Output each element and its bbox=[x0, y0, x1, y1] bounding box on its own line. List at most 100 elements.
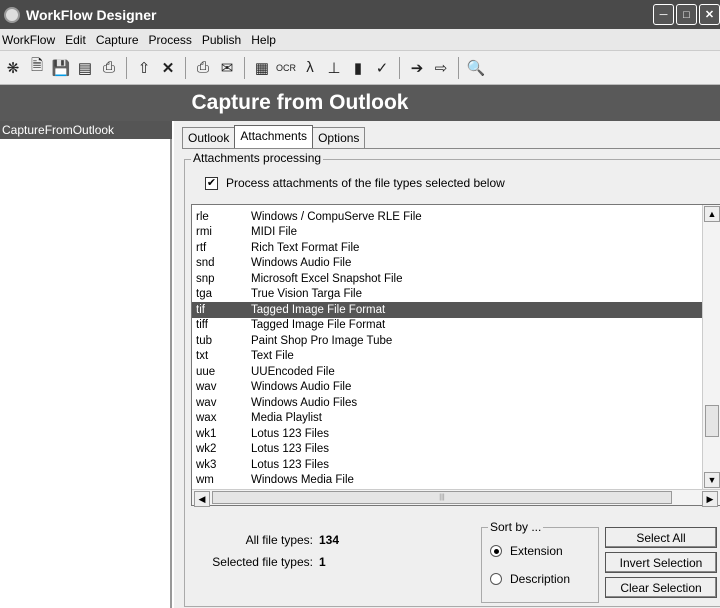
list-item[interactable]: wk3 Lotus 123 Files bbox=[192, 457, 702, 473]
validate-icon[interactable]: ✓ bbox=[373, 59, 391, 77]
file-description: Windows / CompuServe RLE File bbox=[251, 210, 422, 223]
list-item[interactable]: tub Paint Shop Pro Image Tube bbox=[192, 333, 702, 349]
minimize-button[interactable]: ─ bbox=[653, 4, 674, 25]
section-header: Capture from Outlook bbox=[0, 85, 720, 121]
file-extension: rmi bbox=[196, 226, 212, 239]
scan-icon[interactable]: ▦ bbox=[253, 59, 271, 77]
meta-icon[interactable]: ⊥ bbox=[325, 59, 343, 77]
new-workflow-icon[interactable]: ❋ bbox=[4, 59, 22, 77]
file-description: Windows Audio Files bbox=[251, 396, 358, 409]
select-all-label: Select All bbox=[636, 530, 686, 545]
tab-attachments[interactable]: Attachments bbox=[234, 125, 314, 149]
tab-divider bbox=[182, 148, 720, 149]
file-extension: rtf bbox=[196, 241, 207, 254]
invert-selection-label: Invert Selection bbox=[619, 555, 703, 570]
list-item[interactable]: wav Windows Audio File bbox=[192, 380, 702, 396]
list-item[interactable]: txt Text File bbox=[192, 349, 702, 365]
process-attachments-label: Process attachments of the file types se… bbox=[226, 176, 505, 190]
list-item[interactable]: wav Windows Audio Files bbox=[192, 395, 702, 411]
save-as-icon[interactable]: ▤ bbox=[76, 59, 94, 77]
process-attachments-row[interactable]: ✔ Process attachments of the file types … bbox=[205, 176, 505, 190]
list-item[interactable]: wax Media Playlist bbox=[192, 411, 702, 427]
save-icon[interactable]: 💾 bbox=[52, 59, 71, 77]
list-item[interactable]: wm Windows Media File bbox=[192, 473, 702, 489]
file-extension: wk2 bbox=[196, 443, 217, 456]
sort-description-label: Description bbox=[510, 572, 571, 586]
file-description: Windows Media File bbox=[251, 474, 354, 487]
radio-unselected-icon[interactable] bbox=[490, 573, 502, 585]
process-attachments-checkbox[interactable]: ✔ bbox=[205, 176, 218, 190]
menu-help[interactable]: Help bbox=[251, 33, 276, 47]
email-icon[interactable]: ✉ bbox=[218, 59, 236, 77]
print-icon[interactable]: ⎙ bbox=[100, 59, 118, 77]
list-item[interactable]: rle Windows / CompuServe RLE File bbox=[192, 209, 702, 225]
selected-file-types-label: Selected file types: bbox=[212, 555, 313, 569]
horizontal-scrollbar[interactable]: ◀ ||| ▶ bbox=[192, 489, 720, 507]
toolbar-separator bbox=[244, 56, 245, 79]
list-item[interactable]: snp Microsoft Excel Snapshot File bbox=[192, 271, 702, 287]
vertical-scroll-thumb[interactable] bbox=[705, 405, 719, 437]
close-button[interactable]: ✕ bbox=[699, 4, 720, 25]
list-item[interactable]: tga True Vision Targa File bbox=[192, 287, 702, 303]
section-title: Capture from Outlook bbox=[191, 91, 409, 114]
sort-description-radio[interactable]: Description bbox=[490, 572, 570, 586]
toolbar-separator bbox=[399, 56, 400, 79]
preview-icon[interactable]: 🔍 bbox=[467, 59, 486, 77]
publish-icon[interactable]: ➔ bbox=[408, 59, 426, 77]
tab-options[interactable]: Options bbox=[312, 127, 366, 149]
radio-selected-icon[interactable] bbox=[490, 545, 502, 557]
file-description: Tagged Image File Format bbox=[251, 319, 386, 332]
tree-item-capturefromoutlook[interactable]: CaptureFromOutlook bbox=[0, 121, 172, 139]
file-extension: rle bbox=[196, 210, 209, 223]
scroll-right-icon[interactable]: ▶ bbox=[702, 491, 718, 507]
list-item[interactable]: rtf Rich Text Format File bbox=[192, 240, 702, 256]
file-extension: tiff bbox=[196, 319, 208, 332]
publish-all-icon[interactable]: ⇨ bbox=[432, 59, 450, 77]
file-extension: wav bbox=[196, 396, 217, 409]
file-extension: snd bbox=[196, 257, 215, 270]
list-item[interactable]: rmi MIDI File bbox=[192, 225, 702, 241]
delete-icon[interactable]: ✕ bbox=[159, 59, 177, 77]
barcode-icon[interactable]: ▮ bbox=[349, 59, 367, 77]
sort-extension-radio[interactable]: Extension bbox=[490, 544, 563, 558]
vertical-scrollbar[interactable]: ▲ ▼ bbox=[702, 205, 720, 489]
horizontal-scroll-thumb[interactable]: ||| bbox=[212, 491, 672, 504]
menu-capture[interactable]: Capture bbox=[96, 33, 139, 47]
title-bar: WorkFlow Designer ─ □ ✕ bbox=[0, 0, 720, 29]
menu-process[interactable]: Process bbox=[149, 33, 192, 47]
list-item[interactable]: tiff Tagged Image File Format bbox=[192, 318, 702, 334]
clear-selection-button[interactable]: Clear Selection bbox=[605, 577, 717, 598]
workflow-tree: CaptureFromOutlook bbox=[0, 121, 172, 608]
menu-edit[interactable]: Edit bbox=[65, 33, 86, 47]
capture-icon[interactable]: ⎙ bbox=[194, 59, 212, 77]
file-description: Paint Shop Pro Image Tube bbox=[251, 334, 393, 347]
tab-outlook[interactable]: Outlook bbox=[182, 127, 236, 149]
file-extension: wk1 bbox=[196, 427, 217, 440]
up-icon[interactable]: ⇧ bbox=[135, 59, 153, 77]
select-all-button[interactable]: Select All bbox=[605, 527, 717, 548]
scroll-up-icon[interactable]: ▲ bbox=[704, 206, 720, 222]
list-item[interactable]: wk2 Lotus 123 Files bbox=[192, 442, 702, 458]
menu-workflow[interactable]: WorkFlow bbox=[2, 33, 55, 47]
clear-selection-label: Clear Selection bbox=[620, 580, 702, 595]
list-item[interactable]: uue UUEncoded File bbox=[192, 364, 702, 380]
list-item[interactable]: snd Windows Audio File bbox=[192, 256, 702, 272]
invert-selection-button[interactable]: Invert Selection bbox=[605, 552, 717, 573]
ocr-icon[interactable]: OCR bbox=[276, 59, 296, 77]
maximize-button[interactable]: □ bbox=[676, 4, 697, 25]
list-item[interactable]: tif Tagged Image File Format bbox=[192, 302, 702, 318]
file-extension: snp bbox=[196, 272, 215, 285]
menu-publish[interactable]: Publish bbox=[202, 33, 241, 47]
window-controls: ─ □ ✕ bbox=[653, 4, 720, 25]
scroll-left-icon[interactable]: ◀ bbox=[194, 491, 210, 507]
file-extension: tga bbox=[196, 288, 212, 301]
file-description: Text File bbox=[251, 350, 294, 363]
signature-icon[interactable]: λ bbox=[301, 59, 319, 77]
open-icon[interactable]: 🗎 bbox=[28, 57, 46, 77]
app-icon bbox=[4, 6, 20, 23]
file-extension: tub bbox=[196, 334, 212, 347]
file-description: Lotus 123 Files bbox=[251, 427, 329, 440]
file-types-list[interactable]: rle Windows / CompuServe RLE File rmi MIDI … bbox=[191, 204, 720, 507]
scroll-down-icon[interactable]: ▼ bbox=[704, 472, 720, 488]
list-item[interactable]: wk1 Lotus 123 Files bbox=[192, 426, 702, 442]
